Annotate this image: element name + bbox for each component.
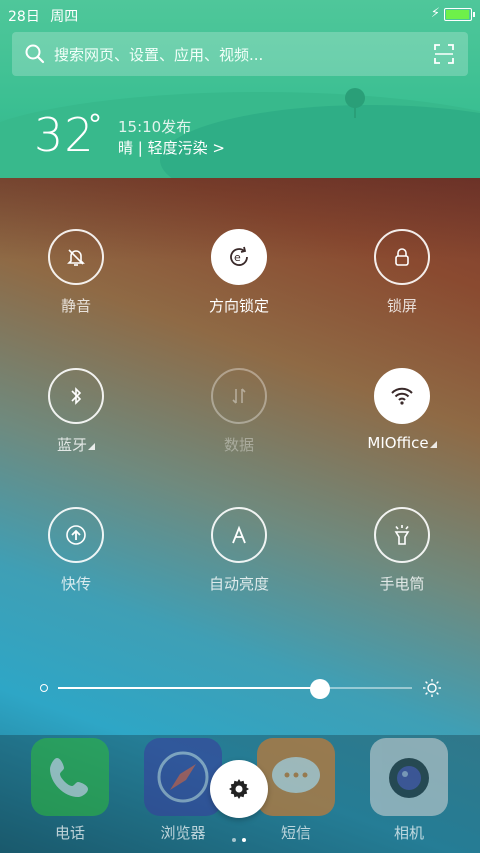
tile-mobile-data[interactable]: 数据	[179, 368, 299, 478]
app-label: 相机	[393, 824, 424, 842]
brightness-slider[interactable]	[38, 676, 442, 700]
compass-icon	[144, 738, 222, 816]
search-bar[interactable]: 搜索网页、设置、应用、视频...	[12, 32, 468, 76]
svg-text:e: e	[234, 251, 241, 264]
tile-label: 静音	[60, 297, 91, 315]
quick-transfer-toggle[interactable]	[48, 507, 104, 563]
page-indicator	[232, 827, 252, 846]
bluetooth-toggle[interactable]	[48, 368, 104, 424]
rotation-lock-icon: e	[230, 246, 248, 266]
tile-label: 蓝牙	[16, 434, 136, 455]
tile-quick-transfer[interactable]: 快传	[16, 507, 136, 617]
page-dot	[232, 838, 236, 842]
brightness-high-icon	[423, 679, 441, 697]
flashlight-icon	[394, 525, 410, 545]
brightness-low-icon	[40, 684, 48, 692]
tile-lock-screen[interactable]: 锁屏	[342, 229, 462, 339]
more-options-icon	[88, 443, 95, 450]
weather-condition[interactable]: 晴 | 轻度污染 >	[118, 137, 225, 158]
brightness-track-fill	[58, 687, 320, 689]
lock-screen-button[interactable]	[374, 229, 430, 285]
tile-rotation-lock[interactable]: e 方向锁定	[179, 229, 299, 339]
rotation-lock-toggle[interactable]: e	[211, 229, 267, 285]
mobile-data-toggle[interactable]	[211, 368, 267, 424]
silent-toggle[interactable]	[48, 229, 104, 285]
camera-icon	[370, 738, 448, 816]
tile-label: 数据	[223, 436, 254, 454]
app-label: 短信	[280, 824, 311, 842]
status-date: 28日	[8, 9, 40, 25]
brightness-track[interactable]	[58, 679, 412, 699]
dock-app-phone[interactable]: 电话	[30, 738, 110, 843]
scan-icon[interactable]	[434, 44, 454, 64]
mobile-data-icon	[232, 388, 246, 404]
search-icon	[25, 44, 45, 64]
wifi-icon	[391, 387, 413, 405]
app-label: 浏览器	[160, 824, 206, 842]
status-bar: 28日 周四	[8, 6, 84, 26]
tile-bluetooth[interactable]: 蓝牙	[16, 368, 136, 478]
charging-icon: ⚡	[430, 6, 440, 21]
search-placeholder: 搜索网页、设置、应用、视频...	[54, 46, 264, 64]
weather-published-time: 15:10发布	[118, 118, 192, 136]
message-icon	[257, 738, 335, 816]
temperature-unit: °	[88, 108, 102, 141]
auto-brightness-icon	[232, 525, 246, 544]
gear-icon	[229, 779, 249, 799]
battery-icon	[444, 8, 475, 21]
tile-label: MIOffice	[342, 434, 462, 452]
tile-auto-brightness[interactable]: 自动亮度	[179, 507, 299, 617]
phone-icon	[31, 738, 109, 816]
wifi-network-name: MIOffice	[367, 434, 429, 452]
wifi-toggle[interactable]	[374, 368, 430, 424]
quick-transfer-icon	[66, 525, 86, 545]
auto-brightness-toggle[interactable]	[211, 507, 267, 563]
weather-card: 28日 周四 ⚡ 搜索网页、设置、应用、视频... 32 ° 15:10发布 晴…	[0, 0, 480, 178]
status-weekday: 周四	[50, 9, 79, 25]
brightness-knob[interactable]	[309, 679, 330, 699]
dock-app-camera[interactable]: 相机	[369, 738, 449, 843]
tile-label: 方向锁定	[208, 297, 269, 315]
tile-label: 自动亮度	[208, 575, 269, 593]
lock-icon	[395, 248, 409, 266]
tile-flashlight[interactable]: 手电筒	[342, 507, 462, 617]
bluetooth-label: 蓝牙	[56, 436, 87, 454]
tile-silent[interactable]: 静音	[16, 229, 136, 339]
bluetooth-icon	[71, 387, 82, 405]
more-options-icon	[429, 441, 437, 448]
flashlight-toggle[interactable]	[374, 507, 430, 563]
tile-label: 手电筒	[379, 575, 425, 593]
page-dot-active	[242, 838, 246, 842]
bell-off-icon	[67, 249, 85, 266]
tile-wifi[interactable]: MIOffice	[342, 368, 462, 478]
app-label: 电话	[54, 824, 85, 842]
tile-label: 锁屏	[386, 297, 417, 315]
dock-app-messages[interactable]: 短信	[256, 738, 336, 843]
settings-button[interactable]	[210, 760, 268, 818]
tree-decoration	[345, 88, 365, 118]
temperature[interactable]: 32	[34, 108, 95, 162]
tile-label: 快传	[60, 575, 91, 593]
